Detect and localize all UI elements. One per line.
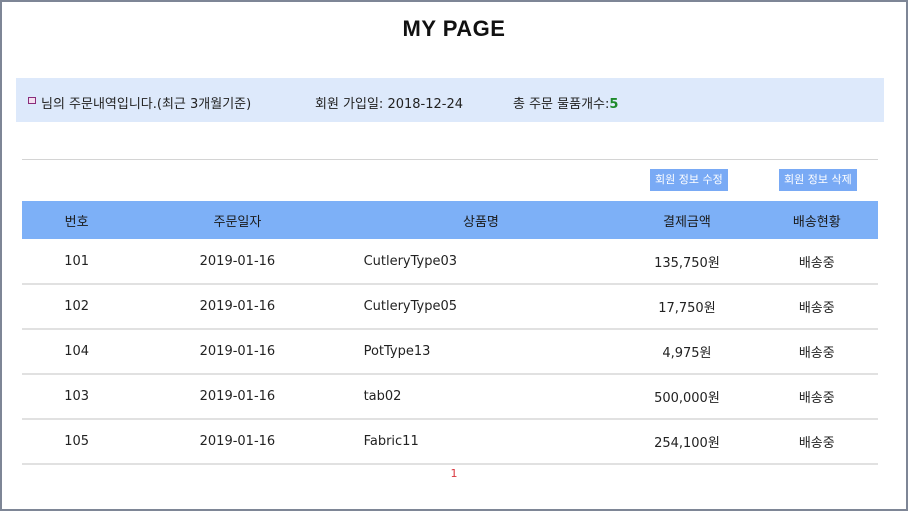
table-row[interactable]: 102 2019-01-16 CutleryType05 17,750원 배송중 [22,284,878,329]
column-header-payment-amount: 결제금액 [663,214,711,230]
order-number: 101 [64,253,90,269]
table-row[interactable]: 103 2019-01-16 tab02 500,000원 배송중 [22,374,878,419]
table-row[interactable]: 101 2019-01-16 CutleryType03 135,750원 배송… [22,239,878,284]
total-items-text: 총 주문 물품개수:5 [513,93,618,112]
column-header-number: 번호 [64,214,89,230]
product-name: tab02 [363,389,402,404]
page-title: MY PAGE [402,16,506,41]
order-number: 103 [64,389,90,404]
square-bullet-icon [28,97,36,104]
edit-member-info-button[interactable]: 회원 정보 수정 [650,169,728,191]
order-history-table: 번호 주문일자 상품명 결제금액 배송현황 101 2019-01-16 Cut… [22,201,878,465]
page-link-current[interactable]: 1 [451,467,458,480]
delete-member-info-button[interactable]: 회원 정보 삭제 [779,169,857,191]
delivery-status: 배송중 [798,436,835,451]
column-header-order-date: 주문일자 [213,214,262,230]
payment-amount: 254,100원 [654,436,720,451]
table-row[interactable]: 105 2019-01-16 Fabric11 254,100원 배송중 [22,419,878,464]
order-number: 105 [64,434,90,449]
payment-amount: 4,975원 [662,346,712,361]
order-date: 2019-01-16 [199,299,276,314]
pagination: 1 [2,467,906,480]
order-date: 2019-01-16 [199,434,276,449]
total-items-label: 총 주문 물품개수: [513,97,610,112]
payment-amount: 500,000원 [654,391,720,406]
order-info-bar: 님의 주문내역입니다.(최근 3개월기준) 회원 가입일: 2018-12-24… [16,78,884,122]
order-date: 2019-01-16 [199,389,276,404]
product-name: CutleryType03 [363,253,458,269]
delivery-status: 배송중 [798,391,835,406]
join-date-text: 회원 가입일: 2018-12-24 [315,97,463,112]
delivery-status: 배송중 [798,346,835,361]
page-frame: MY PAGE 님의 주문내역입니다.(최근 3개월기준) 회원 가입일: 20… [0,0,908,511]
column-header-product-name: 상품명 [462,214,499,230]
delivery-status: 배송중 [798,301,835,316]
delivery-status: 배송중 [798,255,835,271]
section-divider [22,159,878,160]
order-number: 104 [64,344,90,359]
total-items-count: 5 [609,97,619,112]
order-date: 2019-01-16 [199,344,276,359]
payment-amount: 17,750원 [658,301,716,316]
table-header-row: 번호 주문일자 상품명 결제금액 배송현황 [22,201,878,239]
product-name: PotType13 [363,344,431,359]
product-name: CutleryType05 [363,299,458,314]
table-row[interactable]: 104 2019-01-16 PotType13 4,975원 배송중 [22,329,878,374]
order-date: 2019-01-16 [199,253,276,269]
order-notice-text: 님의 주문내역입니다.(최근 3개월기준) [41,97,252,112]
order-number: 102 [64,299,90,314]
payment-amount: 135,750원 [654,255,720,271]
column-header-delivery-status: 배송현황 [792,214,841,230]
product-name: Fabric11 [363,434,419,449]
